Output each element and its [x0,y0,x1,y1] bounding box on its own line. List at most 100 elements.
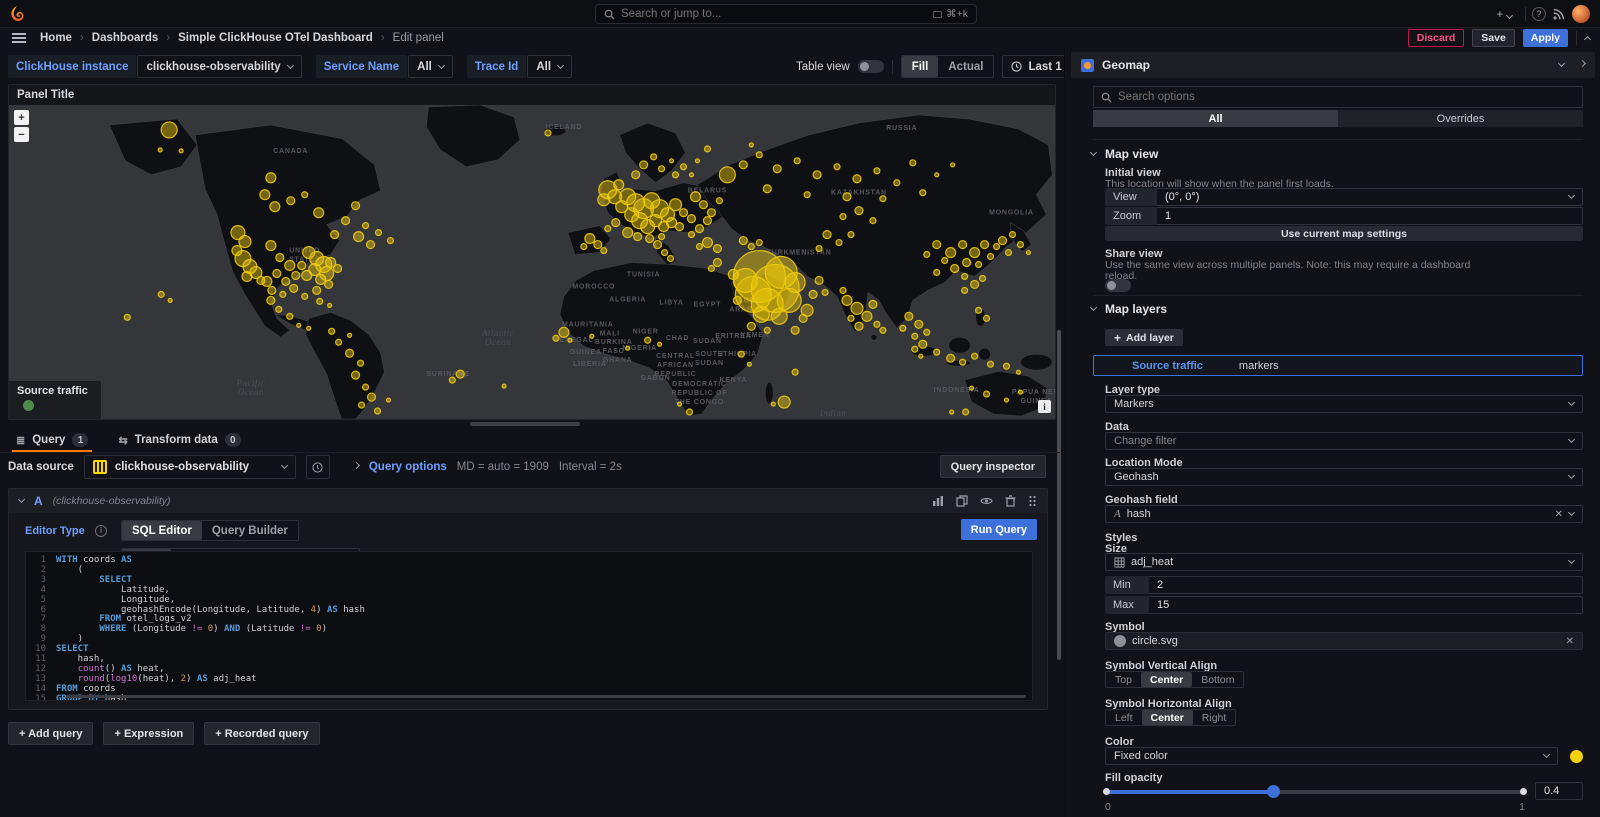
map-marker[interactable] [708,265,714,271]
map-marker[interactable] [297,323,301,327]
discard-button[interactable]: Discard [1408,29,1465,47]
map-marker[interactable] [659,166,665,172]
map-marker[interactable] [960,359,966,365]
map-marker[interactable] [763,185,771,193]
map-marker[interactable] [623,228,633,238]
map-marker[interactable] [594,241,602,249]
map-marker[interactable] [545,130,551,136]
map-marker[interactable] [855,322,863,330]
variable-value-dropdown[interactable]: clickhouse-observability [137,55,301,78]
map-marker[interactable] [935,173,939,177]
section-map-layers[interactable]: Map layers [1091,302,1167,316]
fill-opacity-value[interactable]: 0.4 [1535,782,1583,800]
map-marker[interactable] [919,354,923,358]
map-marker[interactable] [842,295,852,305]
slider-handle[interactable] [1267,785,1280,798]
map-marker[interactable] [915,320,923,328]
color-swatch[interactable] [1570,750,1583,763]
map-marker[interactable] [668,256,674,262]
map-marker[interactable] [951,163,955,167]
map-marker[interactable] [616,201,628,213]
map-marker[interactable] [880,327,886,333]
map-marker[interactable] [980,275,986,281]
map-marker[interactable] [342,217,350,225]
map-marker[interactable] [748,244,754,250]
map-marker[interactable] [816,246,822,252]
map-marker[interactable] [273,269,281,277]
map-marker[interactable] [358,360,364,366]
map-marker[interactable] [716,198,722,204]
collapse-header-icon[interactable] [1584,35,1591,42]
map-marker[interactable] [314,208,324,218]
map-marker[interactable] [851,302,863,314]
sql-code-editor[interactable]: 1WITH coords AS2 (3 SELECT4 Latitude,5 L… [25,551,1033,701]
map-marker[interactable] [950,410,954,414]
recorded-query-button[interactable]: + Recorded query [204,722,319,745]
map-marker[interactable] [124,314,130,320]
map-marker[interactable] [363,223,369,229]
map-marker[interactable] [590,334,594,338]
map-marker[interactable] [719,167,735,183]
map-marker[interactable] [910,160,916,166]
add-layer-button[interactable]: +Add layer [1105,329,1183,346]
map-marker[interactable] [809,290,817,298]
map-marker[interactable] [962,287,968,293]
symbol-select[interactable]: circle.svg ✕ [1105,632,1583,650]
map-marker[interactable] [317,298,323,304]
map-marker[interactable] [804,192,810,198]
section-map-view[interactable]: Map view [1091,147,1158,161]
map-marker[interactable] [912,333,918,339]
map-marker[interactable] [959,241,967,249]
map-marker[interactable] [848,315,854,321]
collapse-query-icon[interactable] [18,496,25,503]
map-marker[interactable] [632,171,640,179]
map-marker[interactable] [654,241,662,249]
map-marker[interactable] [689,173,693,177]
save-button[interactable]: Save [1472,29,1515,47]
map-marker[interactable] [266,173,276,183]
map-marker[interactable] [614,180,624,190]
map-marker[interactable] [646,235,654,243]
run-query-button[interactable]: Run Query [961,519,1037,540]
map-marker[interactable] [316,274,326,284]
pane-resize-handle[interactable] [470,422,580,426]
map-marker[interactable] [601,248,607,254]
map-marker[interactable] [375,408,381,414]
map-marker[interactable] [942,258,948,264]
map-marker[interactable] [764,327,770,333]
variable-value-dropdown[interactable]: All [408,55,453,78]
map-marker[interactable] [598,194,610,206]
halign-left[interactable]: Left [1106,710,1142,725]
trash-icon[interactable] [1005,495,1016,507]
map-marker[interactable] [651,154,657,160]
map-marker[interactable] [239,236,251,248]
map-marker[interactable] [900,325,906,331]
map-marker[interactable] [794,158,800,164]
map-marker[interactable] [785,272,805,292]
map-marker[interactable] [681,164,687,170]
collapse-sidebar-icon[interactable] [1579,60,1586,67]
map-marker[interactable] [823,231,831,239]
map-marker[interactable] [658,342,662,346]
map-marker[interactable] [862,311,872,321]
map-marker[interactable] [976,307,982,313]
map-marker[interactable] [756,152,762,158]
map-marker[interactable] [375,230,381,236]
map-marker[interactable] [747,322,755,330]
map-marker[interactable] [1003,363,1009,369]
map-marker[interactable] [287,197,295,205]
map-marker[interactable] [585,234,595,244]
display-mode-fill[interactable]: Fill [902,56,939,77]
map-marker[interactable] [840,287,846,293]
map-marker[interactable] [673,172,679,178]
map-marker[interactable] [874,168,880,174]
map-marker[interactable] [688,215,696,223]
add-new-button[interactable]: + [1489,7,1519,21]
scrollbar[interactable] [1057,330,1061,660]
fill-opacity-slider[interactable] [1105,790,1525,794]
map-marker[interactable] [912,346,918,352]
map-marker[interactable] [696,244,702,250]
map-marker[interactable] [1017,242,1023,248]
map-marker[interactable] [161,122,177,138]
map-marker[interactable] [695,225,703,233]
